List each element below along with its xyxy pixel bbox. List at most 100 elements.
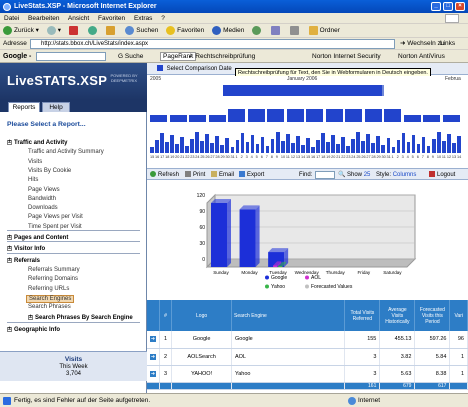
tree-section[interactable]: ± Referrals bbox=[7, 257, 40, 264]
timeline-day-bar[interactable] bbox=[331, 135, 335, 153]
expand-toggle-icon[interactable]: ± bbox=[7, 246, 12, 252]
timeline-day-bar[interactable] bbox=[431, 139, 436, 153]
header-total-visits[interactable]: Total Visits Referred bbox=[344, 300, 381, 331]
timeline-day-bar[interactable] bbox=[220, 145, 225, 153]
minimize-button[interactable]: _ bbox=[431, 2, 441, 11]
timeline-week-bar[interactable] bbox=[364, 109, 382, 122]
expand-toggle-icon[interactable]: ± bbox=[7, 326, 12, 332]
timeline-week-bar[interactable] bbox=[325, 109, 343, 122]
search-engine-name[interactable]: Google bbox=[231, 331, 346, 349]
timeline-day-bar[interactable] bbox=[180, 137, 184, 153]
header-num[interactable]: # bbox=[159, 300, 173, 331]
tree-item[interactable]: Hits bbox=[28, 177, 38, 183]
timeline-day-bar[interactable] bbox=[160, 133, 164, 153]
find-search-icon[interactable]: 🔍 bbox=[338, 169, 345, 181]
timeline-day-bar[interactable] bbox=[210, 143, 215, 153]
address-input[interactable]: http://stats.bbox.ch/LiveStats/index.asp… bbox=[30, 39, 395, 49]
tree-section[interactable]: ± Traffic and Activity bbox=[7, 140, 67, 146]
timeline-day-bar[interactable] bbox=[446, 134, 451, 153]
google-toolbar-logo[interactable]: Google - bbox=[3, 50, 31, 63]
style-control[interactable]: Style: Columns bbox=[376, 169, 416, 181]
folder-button[interactable]: Ordner bbox=[308, 24, 340, 38]
timeline-day-bar[interactable] bbox=[316, 140, 320, 153]
timeline-day-bar[interactable] bbox=[401, 133, 406, 153]
timeline-day-bar[interactable] bbox=[386, 138, 391, 153]
google-search-button[interactable]: G Suche bbox=[118, 50, 143, 63]
timeline-day-bar[interactable] bbox=[456, 136, 461, 153]
timeline-day-bar[interactable] bbox=[396, 140, 401, 153]
page-error-icon[interactable] bbox=[3, 397, 11, 405]
timeline-day-bar[interactable] bbox=[270, 139, 275, 153]
timeline-week-bar[interactable] bbox=[267, 109, 284, 122]
timeline-day-bar[interactable] bbox=[356, 132, 361, 153]
tree-item[interactable]: Visits bbox=[28, 159, 42, 165]
timeline-day-bar[interactable] bbox=[371, 143, 376, 153]
timeline-day-bar[interactable] bbox=[280, 141, 285, 153]
expand-toggle-icon[interactable]: ± bbox=[7, 257, 12, 263]
timeline-day-bar[interactable] bbox=[235, 140, 240, 153]
timeline-week-bar[interactable] bbox=[247, 109, 265, 122]
timeline-day-bar[interactable] bbox=[391, 147, 396, 153]
table-row[interactable]: ➜ 3 YAHOO! Yahoo 3 5.63 8.38 1 bbox=[147, 365, 468, 383]
timeline-day-bar[interactable] bbox=[336, 144, 340, 153]
close-button[interactable]: × bbox=[455, 2, 465, 11]
expand-toggle-icon[interactable]: ± bbox=[7, 235, 12, 240]
links-button[interactable]: Links bbox=[440, 38, 455, 50]
timeline-day-bar[interactable] bbox=[205, 134, 210, 153]
tree-item[interactable]: Page Views per Visit bbox=[28, 214, 83, 220]
tree-section[interactable]: ± Geographic Info bbox=[7, 326, 60, 333]
timeline-day-bar[interactable] bbox=[351, 139, 355, 153]
tree-item[interactable]: Bandwidth bbox=[28, 196, 56, 202]
tree-item[interactable]: Referring URLs bbox=[28, 286, 69, 292]
row-expand-arrow[interactable]: ➜ bbox=[147, 348, 160, 366]
find-input[interactable] bbox=[315, 171, 335, 179]
search-engine-name[interactable]: Yahoo bbox=[231, 365, 346, 383]
norton-security-button[interactable]: Norton Internet Security bbox=[312, 50, 381, 63]
timeline-day-bar[interactable] bbox=[346, 146, 350, 153]
tree-item[interactable]: Referrals Summary bbox=[28, 267, 80, 273]
timeline-day-bar[interactable] bbox=[230, 147, 235, 153]
timeline-day-bar[interactable] bbox=[321, 133, 325, 153]
timeline-day-bar[interactable] bbox=[170, 135, 174, 153]
timeline-day-bar[interactable] bbox=[361, 141, 366, 153]
tree-section[interactable]: ± Visitor Info bbox=[7, 246, 45, 252]
tree-item[interactable]: Referring Domains bbox=[28, 276, 78, 282]
tree-item[interactable]: Traffic and Activity Summary bbox=[28, 149, 104, 155]
tree-item[interactable]: Page Views bbox=[28, 187, 60, 193]
tab-reports[interactable]: Reports bbox=[8, 102, 40, 112]
select-comparison-date[interactable]: Select Comparison Date bbox=[167, 66, 232, 72]
timeline-day-bar[interactable] bbox=[175, 144, 179, 153]
timeline-day-bar[interactable] bbox=[150, 147, 154, 153]
email-report-button[interactable]: Email bbox=[211, 169, 234, 181]
go-button[interactable]: ➜ Wechseln zu bbox=[400, 38, 444, 50]
timeline-day-bar[interactable] bbox=[426, 146, 431, 153]
table-row[interactable]: ➜ 1 Google Google 155 455.13 597.26 96 bbox=[147, 331, 468, 349]
history-button[interactable] bbox=[252, 24, 263, 38]
table-row[interactable]: ➜ 2 AOLSearch AOL 3 3.82 5.84 1 bbox=[147, 348, 468, 366]
expand-toggle-icon[interactable]: ± bbox=[7, 140, 12, 145]
date-timeline[interactable]: 2005 January 2006 Februa 15 16 17 18 19 20 21 2… bbox=[147, 76, 468, 161]
logout-button[interactable]: Logout bbox=[429, 169, 455, 181]
tree-item[interactable]: Downloads bbox=[28, 205, 58, 211]
timeline-day-bar[interactable] bbox=[421, 137, 426, 153]
timeline-week-bar[interactable] bbox=[286, 109, 304, 122]
home-button[interactable] bbox=[106, 24, 117, 38]
mail-button[interactable] bbox=[271, 24, 282, 38]
export-report-button[interactable]: Export bbox=[239, 169, 264, 181]
menu-extras[interactable]: Extras bbox=[134, 15, 152, 22]
refresh-button[interactable] bbox=[87, 24, 99, 38]
timeline-day-bar[interactable] bbox=[185, 146, 189, 153]
favorites-button[interactable]: Favoriten bbox=[166, 24, 204, 38]
timeline-week-bar[interactable] bbox=[423, 115, 440, 122]
timeline-day-bar[interactable] bbox=[295, 136, 300, 153]
timeline-day-bar[interactable] bbox=[411, 135, 416, 153]
timeline-week-bar[interactable] bbox=[442, 115, 460, 122]
timeline-day-bar[interactable] bbox=[165, 142, 169, 153]
menu-help[interactable]: ? bbox=[161, 15, 165, 22]
media-button[interactable]: Medien bbox=[212, 24, 244, 38]
back-button[interactable]: Zurück ▾ bbox=[3, 24, 39, 38]
norton-antivirus-button[interactable]: Norton AntiVirus bbox=[398, 50, 445, 63]
timeline-day-bar[interactable] bbox=[441, 141, 446, 153]
maximize-button[interactable]: □ bbox=[443, 2, 453, 11]
timeline-week-bar[interactable] bbox=[169, 115, 187, 122]
